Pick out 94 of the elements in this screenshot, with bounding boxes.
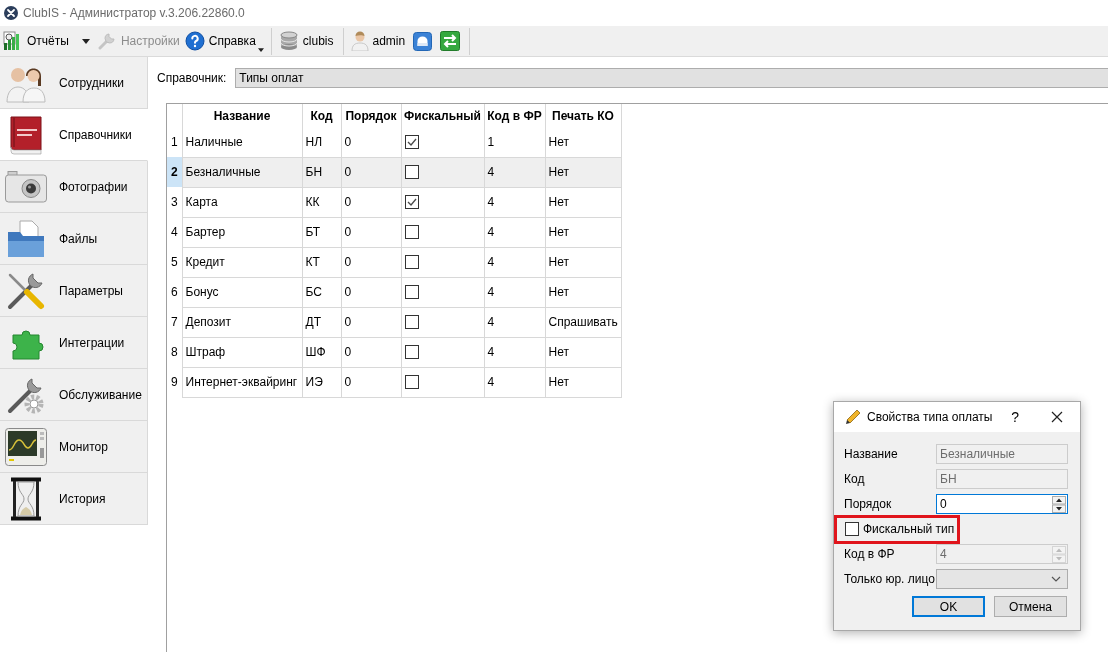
sidebar-item[interactable]: Интеграции xyxy=(0,317,148,369)
table-cell: 0 xyxy=(341,127,401,157)
checkbox[interactable] xyxy=(404,165,419,180)
table-cell: Спрашивать xyxy=(545,307,621,337)
table-cell: Депозит xyxy=(182,307,302,337)
table-cell: Бонус xyxy=(182,277,302,307)
close-button[interactable] xyxy=(1049,409,1065,425)
table-cell: Кредит xyxy=(182,247,302,277)
dialog-title: Свойства типа оплаты xyxy=(867,410,993,424)
table-cell: Карта xyxy=(182,187,302,217)
field-label: Справочник: xyxy=(157,71,227,85)
camera-icon xyxy=(5,170,47,203)
table-cell: 0 xyxy=(341,337,401,367)
checkbox[interactable] xyxy=(404,375,419,390)
table-cell: 0 xyxy=(341,307,401,337)
checkbox[interactable] xyxy=(404,285,419,300)
row-number: 2 xyxy=(167,157,182,187)
row-number: 1 xyxy=(167,127,182,157)
spin-field[interactable]: 0 xyxy=(936,494,1068,514)
checkbox[interactable] xyxy=(404,195,419,210)
table-cell: 4 xyxy=(484,277,545,307)
table-cell: 4 xyxy=(484,367,545,397)
field-label: Название xyxy=(844,447,899,461)
table-cell: 4 xyxy=(484,247,545,277)
dialog-button[interactable]: OK xyxy=(912,596,985,617)
swap-arrows-icon[interactable] xyxy=(440,31,461,51)
checkbox-label: Фискальный тип xyxy=(863,522,955,536)
folder-icon xyxy=(6,219,46,258)
sidebar-item[interactable]: Обслуживание xyxy=(0,369,148,421)
table-cell: Интернет-эквайринг xyxy=(182,367,302,397)
checkbox[interactable] xyxy=(404,255,419,270)
toolbar-button[interactable]: admin xyxy=(349,28,409,54)
row-number: 3 xyxy=(167,187,182,217)
sidebar-item[interactable]: Сотрудники xyxy=(0,57,148,109)
table-cell: Нет xyxy=(545,247,621,277)
table-cell: Штраф xyxy=(182,337,302,367)
field-label: Код xyxy=(844,472,866,486)
crossed-tools-icon xyxy=(4,6,18,20)
table-cell: Нет xyxy=(545,367,621,397)
table-cell: НЛ xyxy=(302,127,341,157)
table-cell: 0 xyxy=(341,247,401,277)
checkbox[interactable] xyxy=(404,345,419,360)
table-cell: Нет xyxy=(545,337,621,367)
help-icon xyxy=(184,31,205,51)
window-title: ClubIS - Администратор v.3.206.22860.0 xyxy=(23,6,245,20)
table-cell: 4 xyxy=(484,217,545,247)
chevron-down-icon xyxy=(1051,576,1061,582)
toolbar-button[interactable]: Справка xyxy=(183,28,265,54)
table-cell: Бартер xyxy=(182,217,302,247)
sidebar-item[interactable]: История xyxy=(0,473,148,525)
table-cell: 0 xyxy=(341,157,401,187)
pencil-icon xyxy=(845,409,861,425)
toolbar-button[interactable]: Отчёты xyxy=(2,28,72,54)
table-cell: Наличные xyxy=(182,127,302,157)
field-label: Порядок xyxy=(844,497,893,511)
sidebar-item[interactable]: Файлы xyxy=(0,213,148,265)
table-cell: 4 xyxy=(484,307,545,337)
lock-icon[interactable] xyxy=(413,31,433,51)
table-cell: 0 xyxy=(341,277,401,307)
help-button[interactable]: ? xyxy=(1007,409,1023,425)
wrench-icon xyxy=(96,31,117,51)
dialog-button[interactable]: Отмена xyxy=(994,596,1067,617)
table-cell: Нет xyxy=(545,127,621,157)
caret-down-icon[interactable] xyxy=(81,38,90,44)
close-icon xyxy=(1051,411,1063,423)
table-cell: 1 xyxy=(484,127,545,157)
checkbox[interactable] xyxy=(404,315,419,330)
database-icon xyxy=(278,31,299,51)
dropdown-field[interactable] xyxy=(936,569,1068,589)
table-cell: 4 xyxy=(484,187,545,217)
table-cell: Нет xyxy=(545,157,621,187)
table-cell: 0 xyxy=(341,367,401,397)
monitor-icon xyxy=(5,427,47,466)
user-icon xyxy=(350,31,369,51)
field-label: Код в ФР xyxy=(844,547,896,561)
table-cell: 4 xyxy=(484,337,545,367)
checkbox[interactable] xyxy=(845,522,859,536)
spin-arrows-icon[interactable] xyxy=(1052,495,1066,513)
sidebar-item[interactable]: Фотографии xyxy=(0,161,148,213)
table-cell: Нет xyxy=(545,277,621,307)
table-cell: Нет xyxy=(545,217,621,247)
table-cell: 4 xyxy=(484,157,545,187)
checkbox[interactable] xyxy=(404,225,419,240)
toolbar-button[interactable]: clubis xyxy=(277,28,337,54)
table-cell: Безналичные xyxy=(182,157,302,187)
table-cell: Нет xyxy=(545,187,621,217)
sidebar-item[interactable]: Монитор xyxy=(0,421,148,473)
table-cell: 0 xyxy=(341,217,401,247)
checkbox[interactable] xyxy=(404,135,419,150)
table-cell: 0 xyxy=(341,187,401,217)
sidebar-item[interactable]: Параметры xyxy=(0,265,148,317)
directory-field[interactable]: Типы оплат xyxy=(235,68,1108,88)
field-label: Только юр. лицо xyxy=(844,572,936,586)
hourglass-icon xyxy=(9,476,43,521)
